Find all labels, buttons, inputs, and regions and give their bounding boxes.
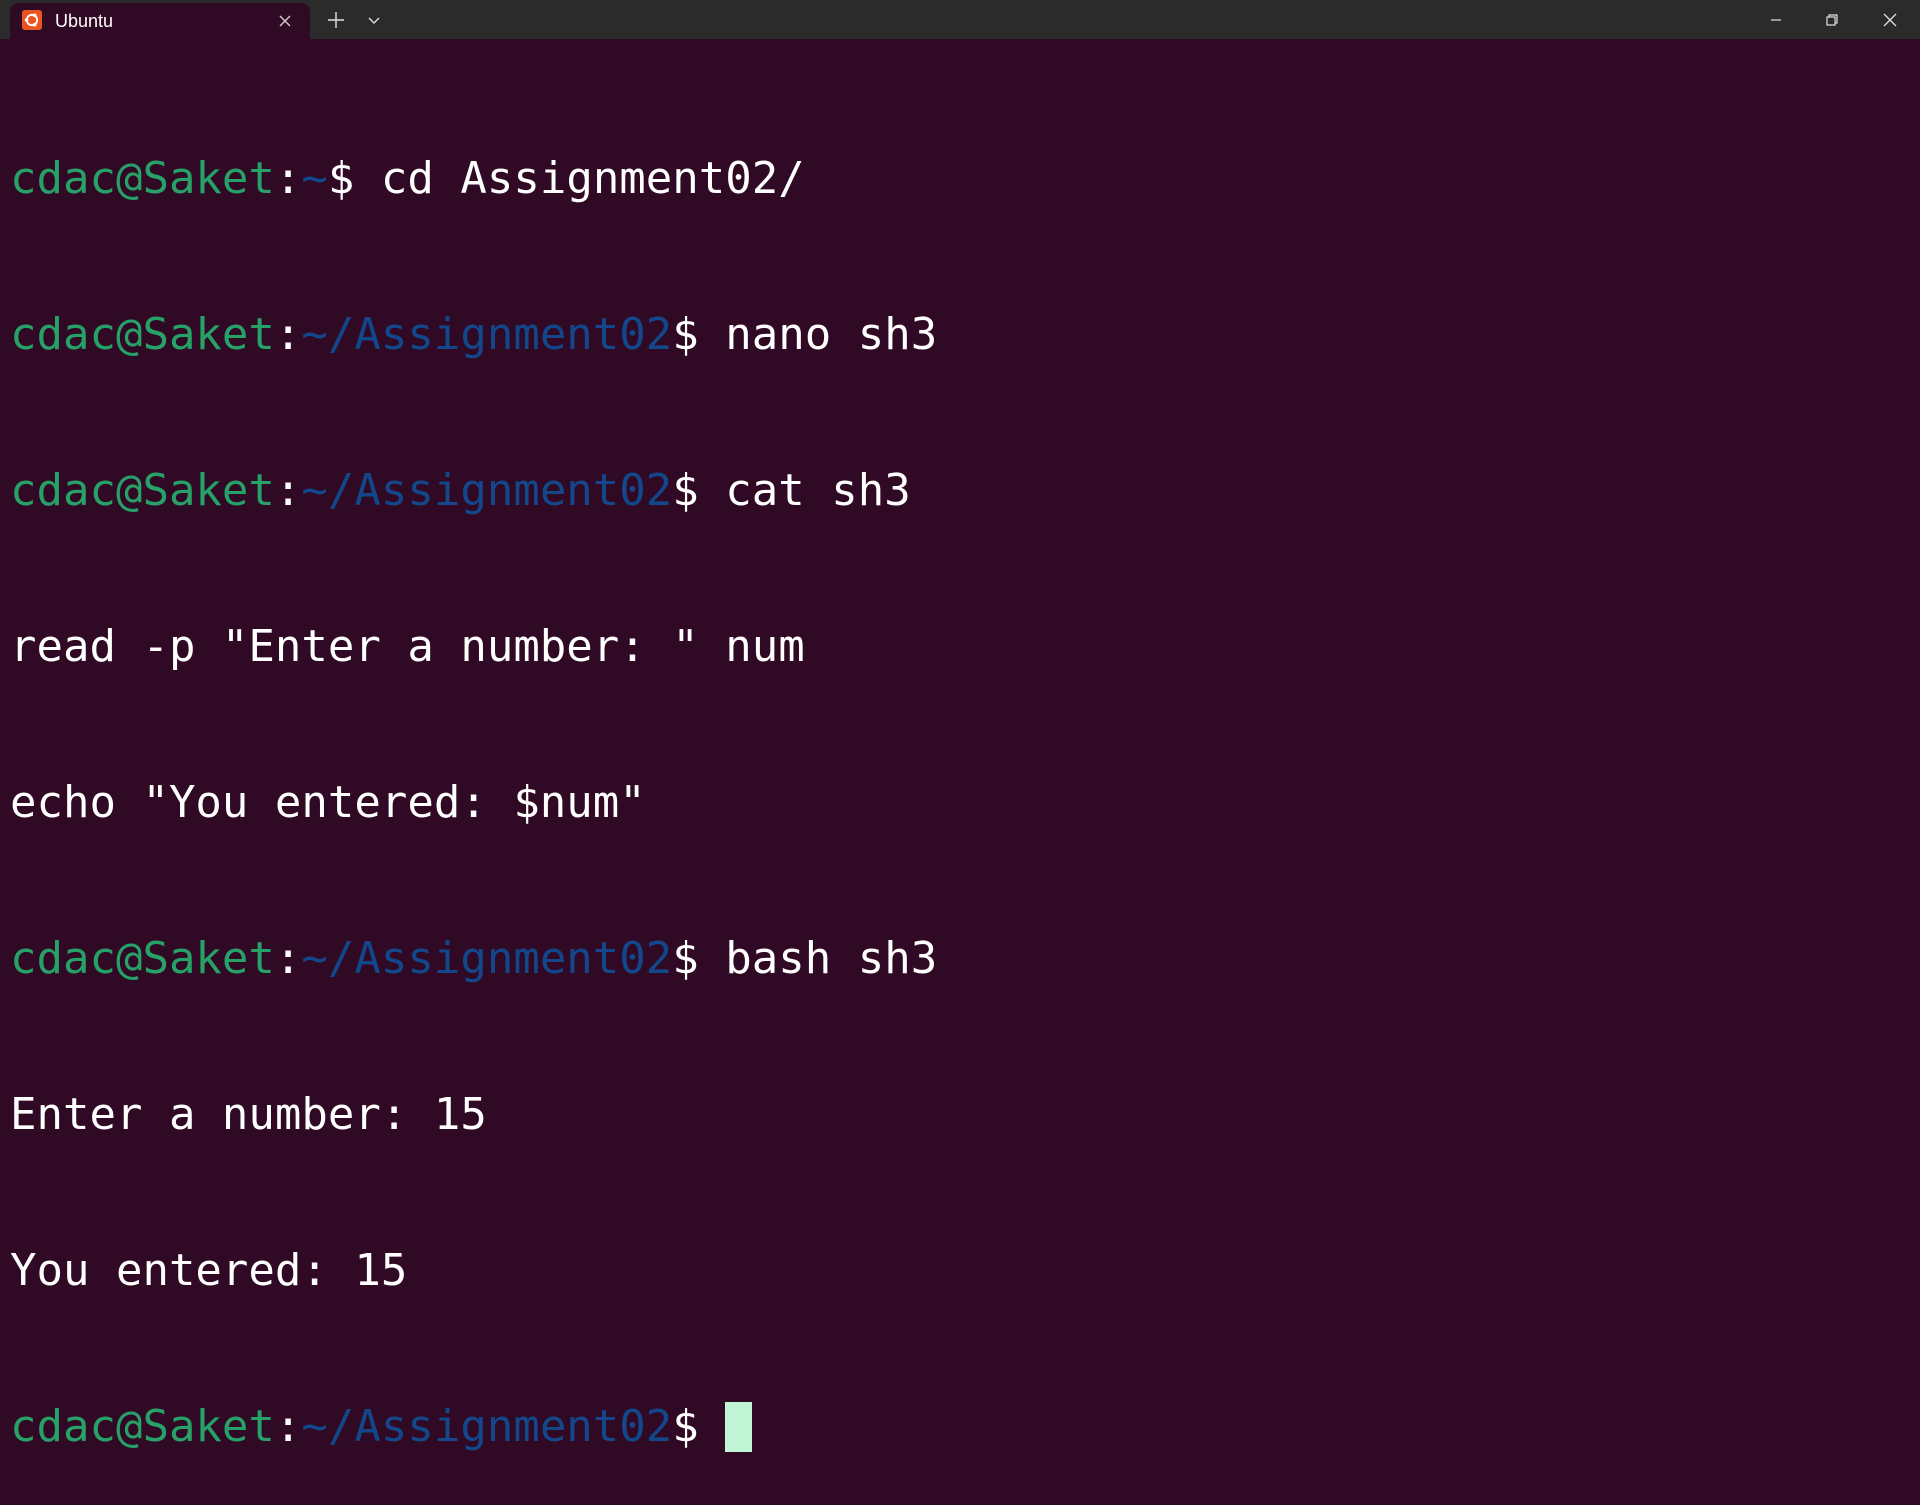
output-line: echo "You entered: $num"	[10, 777, 646, 828]
prompt-line: cdac@Saket:~/Assignment02$ bash sh3	[10, 933, 1910, 985]
new-tab-button[interactable]	[322, 6, 350, 34]
prompt-line: cdac@Saket:~/Assignment02$	[10, 1401, 1910, 1453]
restore-button[interactable]	[1804, 0, 1860, 39]
prompt-colon: :	[274, 933, 302, 984]
prompt-user-host: cdac@Saket	[10, 1401, 275, 1452]
prompt-user-host: cdac@Saket	[10, 309, 275, 360]
prompt-colon: :	[274, 1401, 302, 1452]
output-line: You entered: 15	[10, 1245, 408, 1296]
close-tab-icon[interactable]	[274, 10, 296, 32]
prompt-dollar: $	[672, 933, 726, 984]
title-bar: Ubuntu	[0, 0, 1920, 39]
prompt-user-host: cdac@Saket	[10, 933, 275, 984]
prompt-path: ~	[301, 153, 328, 204]
command-text: cd Assignment02/	[380, 153, 805, 204]
prompt-user-host: cdac@Saket	[10, 465, 275, 516]
prompt-dollar: $	[672, 1401, 726, 1452]
prompt-path: ~/Assignment02	[301, 1401, 673, 1452]
command-text: bash sh3	[725, 933, 938, 984]
prompt-dollar: $	[327, 153, 381, 204]
tab-ubuntu[interactable]: Ubuntu	[10, 3, 310, 39]
prompt-line: cdac@Saket:~$ cd Assignment02/	[10, 153, 1910, 205]
prompt-line: cdac@Saket:~/Assignment02$ nano sh3	[10, 309, 1910, 361]
ubuntu-logo-icon	[22, 10, 42, 30]
prompt-path: ~/Assignment02	[301, 465, 673, 516]
prompt-line: cdac@Saket:~/Assignment02$ cat sh3	[10, 465, 1910, 517]
prompt-dollar: $	[672, 465, 726, 516]
terminal-output[interactable]: cdac@Saket:~$ cd Assignment02/ cdac@Sake…	[10, 49, 1910, 1452]
prompt-colon: :	[274, 309, 302, 360]
prompt-colon: :	[274, 465, 302, 516]
output-line: read -p "Enter a number: " num	[10, 621, 805, 672]
prompt-colon: :	[274, 153, 302, 204]
prompt-user-host: cdac@Saket	[10, 153, 275, 204]
tab-title: Ubuntu	[55, 11, 114, 31]
command-text: nano sh3	[725, 309, 938, 360]
terminal-cursor	[725, 1402, 753, 1452]
prompt-path: ~/Assignment02	[301, 309, 673, 360]
close-window-button[interactable]	[1862, 0, 1918, 39]
prompt-path: ~/Assignment02	[301, 933, 673, 984]
chevron-down-icon[interactable]	[360, 6, 388, 34]
command-text: cat sh3	[725, 465, 911, 516]
prompt-dollar: $	[672, 309, 726, 360]
output-line: Enter a number: 15	[10, 1089, 487, 1140]
minimize-button[interactable]	[1748, 0, 1804, 39]
